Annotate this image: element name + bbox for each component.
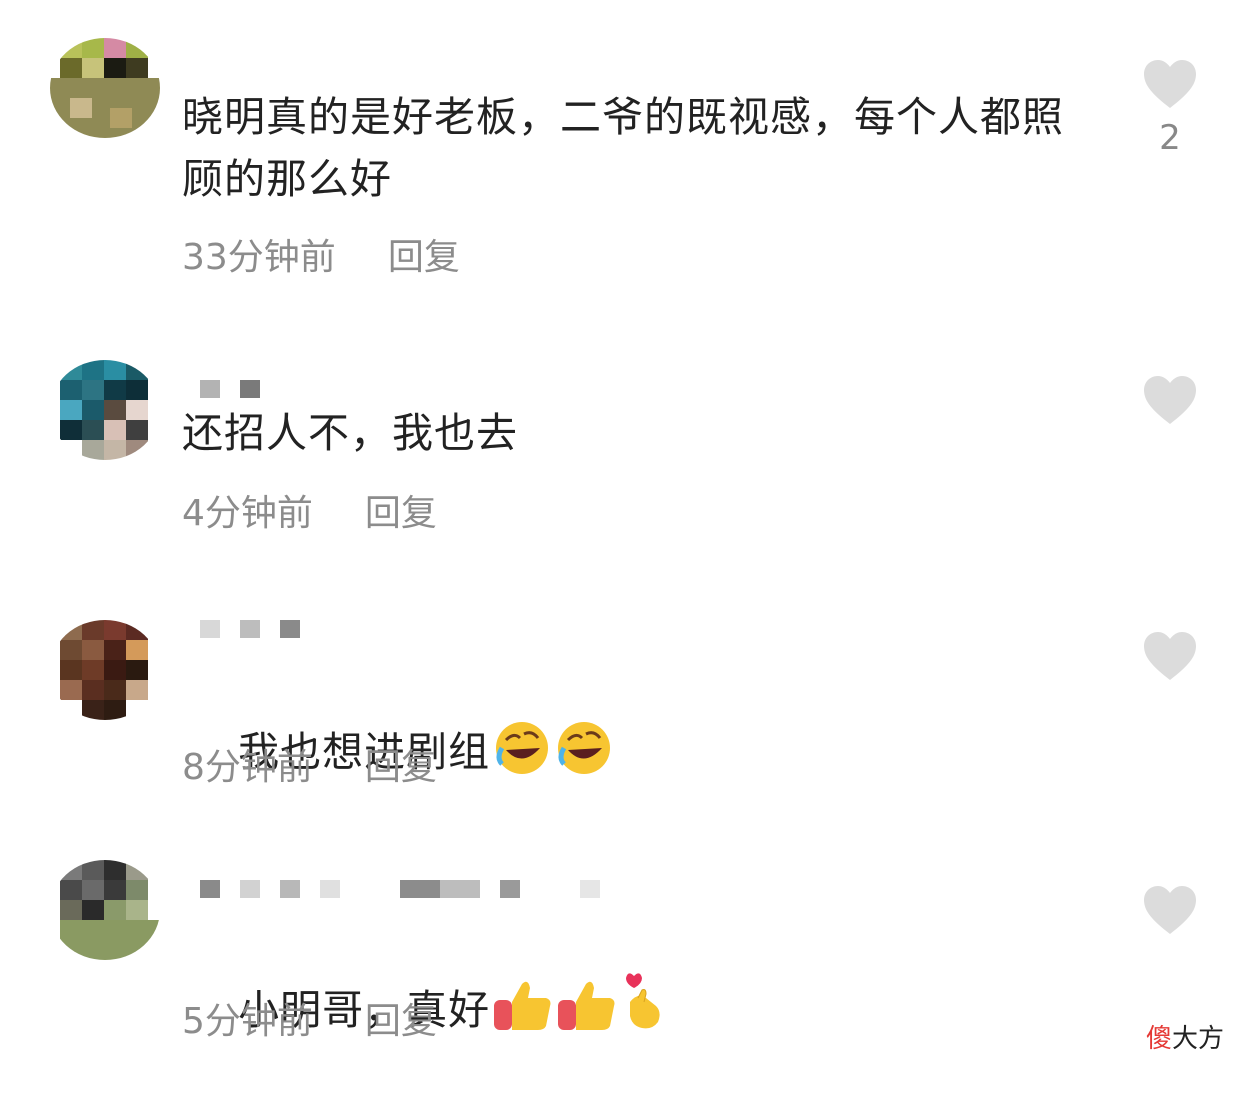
avatar[interactable] bbox=[50, 38, 160, 138]
comment-text: 还招人不，我也去 bbox=[182, 409, 518, 457]
heart-icon bbox=[1144, 632, 1196, 680]
comment-time: 8分钟前 bbox=[182, 747, 313, 788]
thumbs-up-emoji bbox=[556, 976, 618, 1049]
heart-icon bbox=[1144, 60, 1196, 108]
like-button[interactable] bbox=[1142, 374, 1198, 434]
reply-button[interactable]: 回复 bbox=[365, 738, 437, 790]
comment-meta: 33分钟前 回复 bbox=[182, 228, 460, 280]
like-button[interactable] bbox=[1142, 884, 1198, 944]
reply-button[interactable]: 回复 bbox=[365, 484, 437, 536]
avatar[interactable] bbox=[50, 360, 160, 460]
comment-meta: 4分钟前 回复 bbox=[182, 484, 437, 536]
comment-time: 4分钟前 bbox=[182, 493, 313, 534]
reply-button[interactable]: 回复 bbox=[388, 228, 460, 280]
rofl-emoji bbox=[492, 718, 552, 791]
comment-text: 晓明真的是好老板，二爷的既视感，每个人都照顾的那么好 bbox=[182, 93, 1064, 203]
like-button[interactable] bbox=[1142, 630, 1198, 690]
like-count: 2 bbox=[1159, 118, 1181, 158]
avatar[interactable] bbox=[50, 860, 160, 960]
like-button[interactable]: 2 bbox=[1142, 58, 1198, 158]
avatar[interactable] bbox=[50, 620, 160, 720]
heart-icon bbox=[1144, 376, 1196, 424]
comment-time: 33分钟前 bbox=[182, 237, 336, 278]
watermark: 傻大方 bbox=[1145, 1024, 1224, 1054]
rofl-emoji bbox=[554, 718, 614, 791]
reply-button[interactable]: 回复 bbox=[365, 992, 437, 1044]
finger-heart-emoji bbox=[620, 972, 666, 1049]
heart-icon bbox=[1144, 886, 1196, 934]
comment-meta: 5分钟前 回复 bbox=[182, 992, 437, 1044]
comment-time: 5分钟前 bbox=[182, 1001, 313, 1042]
comment-meta: 8分钟前 回复 bbox=[182, 738, 437, 790]
thumbs-up-emoji bbox=[492, 976, 554, 1049]
